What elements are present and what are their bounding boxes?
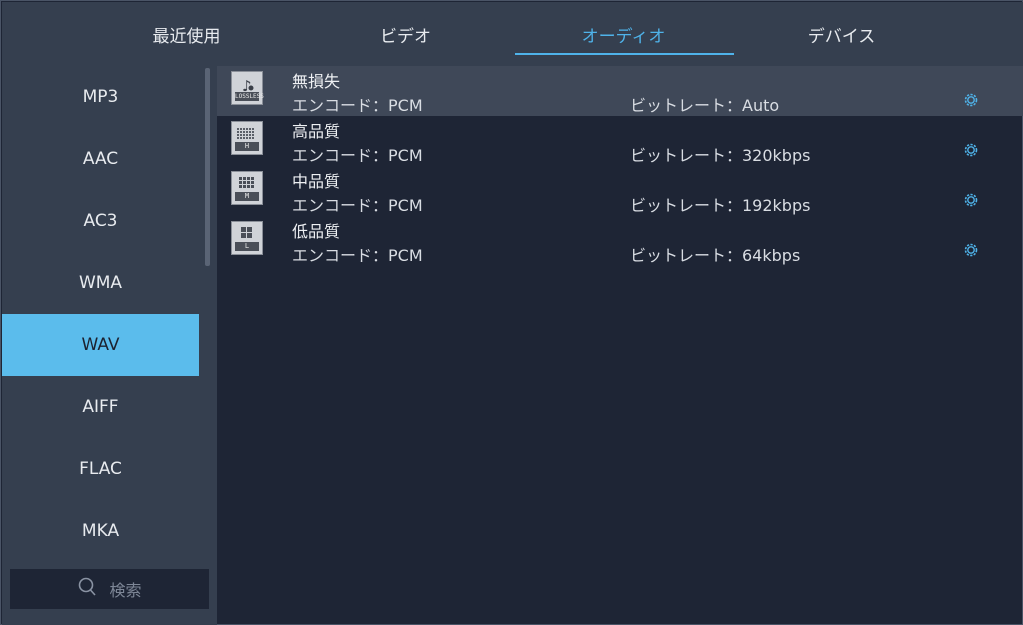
preset-row-low[interactable]: L 低品質 エンコード：PCM ビットレート：64kbps [217, 216, 1023, 266]
low-quality-icon: L [231, 221, 263, 255]
tab-audio[interactable]: オーディオ [514, 2, 733, 66]
format-item-ac3[interactable]: AC3 [2, 190, 199, 252]
format-dialog: 最近使用 ビデオ オーディオ デバイス MP3 AAC AC3 WMA WAV … [0, 0, 1023, 625]
tab-video[interactable]: ビデオ [296, 2, 515, 66]
format-item-aac[interactable]: AAC [2, 128, 199, 190]
preset-name: 無損失 [292, 72, 341, 91]
preset-row-high[interactable]: H 高品質 エンコード：PCM ビットレート：320kbps [217, 116, 1023, 166]
format-item-mp3[interactable]: MP3 [2, 66, 199, 128]
search-input[interactable]: 検索 [10, 569, 209, 609]
preset-row-medium[interactable]: M 中品質 エンコード：PCM ビットレート：192kbps [217, 166, 1023, 216]
preset-bitrate: ビットレート：Auto [630, 96, 780, 115]
format-item-wma[interactable]: WMA [2, 252, 199, 314]
preset-name: 中品質 [292, 172, 341, 191]
quality-badge: H [235, 142, 259, 151]
gear-icon[interactable] [962, 241, 980, 259]
gear-icon[interactable] [962, 91, 980, 109]
high-quality-icon: H [231, 121, 263, 155]
search-icon [77, 576, 97, 602]
preset-bitrate: ビットレート：320kbps [630, 146, 811, 165]
gear-icon[interactable] [962, 191, 980, 209]
tab-recent[interactable]: 最近使用 [77, 2, 296, 66]
preset-encode: エンコード：PCM [292, 196, 423, 215]
format-item-aiff[interactable]: AIFF [2, 376, 199, 438]
gear-icon[interactable] [962, 141, 980, 159]
preset-row-lossless[interactable]: ♪ LOSSLESS 無損失 エンコード：PCM ビットレート：Auto [217, 66, 1023, 116]
preset-name: 低品質 [292, 222, 341, 241]
quality-badge: L [235, 242, 259, 251]
preset-encode: エンコード：PCM [292, 246, 423, 265]
preset-encode: エンコード：PCM [292, 146, 423, 165]
medium-quality-icon: M [231, 171, 263, 205]
sidebar-scrollbar[interactable] [205, 68, 210, 266]
format-sidebar: MP3 AAC AC3 WMA WAV AIFF FLAC MKA 検索 [2, 66, 217, 625]
lossless-badge: LOSSLESS [235, 92, 264, 101]
active-tab-underline [515, 53, 734, 55]
tab-device[interactable]: デバイス [732, 2, 951, 66]
search-placeholder: 検索 [109, 581, 142, 600]
quality-badge: M [235, 192, 259, 201]
format-item-flac[interactable]: FLAC [2, 438, 199, 500]
preset-name: 高品質 [292, 122, 341, 141]
format-item-wav[interactable]: WAV [2, 314, 199, 376]
lossless-icon: ♪ LOSSLESS [231, 71, 264, 105]
preset-encode: エンコード：PCM [292, 96, 423, 115]
category-tabbar: 最近使用 ビデオ オーディオ デバイス [2, 2, 1023, 66]
preset-list: ♪ LOSSLESS 無損失 エンコード：PCM ビットレート：Auto H 高… [217, 66, 1023, 625]
preset-bitrate: ビットレート：64kbps [630, 246, 801, 265]
preset-bitrate: ビットレート：192kbps [630, 196, 811, 215]
format-item-mka[interactable]: MKA [2, 500, 199, 562]
